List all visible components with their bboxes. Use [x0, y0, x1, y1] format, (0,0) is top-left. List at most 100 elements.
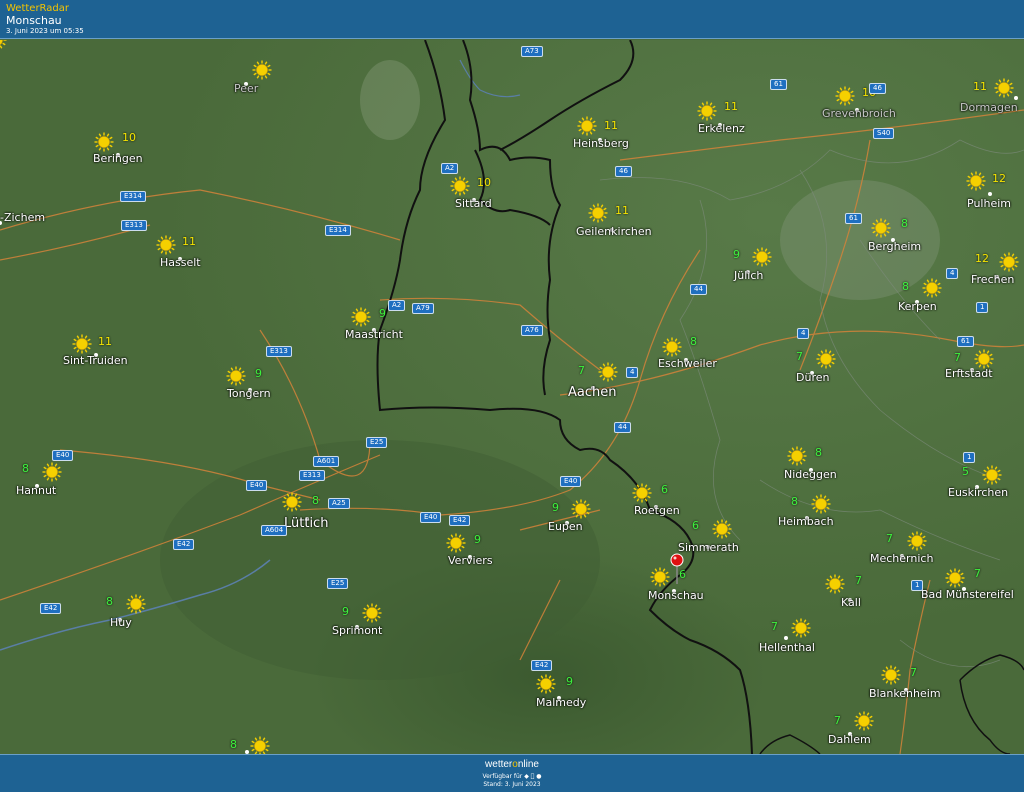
- city-temperature: 7: [796, 350, 803, 363]
- city-name[interactable]: Mechernich: [870, 552, 933, 565]
- city-name[interactable]: Beringen: [93, 152, 143, 165]
- city-name[interactable]: Maastricht: [345, 328, 403, 341]
- road-shield: A76: [521, 325, 543, 336]
- city-name[interactable]: Jülich: [734, 269, 763, 282]
- sun-icon: [94, 132, 114, 152]
- city-name[interactable]: Roetgen: [634, 504, 680, 517]
- sun-icon: [994, 78, 1014, 98]
- sun-icon: [42, 462, 62, 482]
- city-name[interactable]: Lüttich: [284, 516, 328, 531]
- brand-title[interactable]: WetterRadar: [6, 3, 69, 14]
- sun-icon: [536, 674, 556, 694]
- sun-icon: [811, 494, 831, 514]
- city-name[interactable]: Simmerath: [678, 541, 739, 554]
- city-name[interactable]: -Zichem: [0, 211, 45, 224]
- road-shield: 44: [690, 284, 707, 295]
- city-name[interactable]: Euskirchen: [948, 486, 1008, 499]
- city-temperature: 10: [122, 131, 136, 144]
- sun-icon: [966, 171, 986, 191]
- logo-text-3: nline: [517, 759, 539, 770]
- city-name[interactable]: Pulheim: [967, 197, 1011, 210]
- sun-icon: [662, 337, 682, 357]
- sun-icon: [922, 278, 942, 298]
- wetteronline-logo[interactable]: wetteronline: [0, 759, 1024, 770]
- city-name[interactable]: Frechen: [971, 273, 1014, 286]
- city-name[interactable]: Heimbach: [778, 515, 834, 528]
- city-name[interactable]: Düren: [796, 371, 829, 384]
- city-name[interactable]: Geilenkirchen: [576, 225, 652, 238]
- road-shield: E40: [246, 480, 268, 491]
- city-name[interactable]: Huy: [110, 616, 132, 629]
- road-shield: E40: [420, 512, 442, 523]
- sun-icon: [282, 492, 302, 512]
- city-name[interactable]: Kall: [841, 596, 861, 609]
- sun-icon: [351, 307, 371, 327]
- city-name[interactable]: Dormagen: [960, 101, 1018, 114]
- city-name[interactable]: Bergheim: [868, 240, 921, 253]
- sun-icon: [816, 349, 836, 369]
- city-name[interactable]: Heinsberg: [573, 137, 629, 150]
- sun-icon: [835, 86, 855, 106]
- city-name[interactable]: Dahlem: [828, 733, 871, 746]
- road-shield: 61: [957, 336, 974, 347]
- city-name[interactable]: Sprimont: [332, 624, 382, 637]
- city-name[interactable]: Eupen: [548, 520, 583, 533]
- city-temperature: 8: [815, 446, 822, 459]
- road-shield: E313: [299, 470, 325, 481]
- city-temperature: 7: [974, 567, 981, 580]
- road-shield: A2: [388, 300, 406, 311]
- city-name[interactable]: Kerpen: [898, 300, 937, 313]
- sun-icon: [632, 483, 652, 503]
- road-shield: 1: [963, 452, 976, 463]
- road-shield: E25: [366, 437, 388, 448]
- sun-icon: [126, 594, 146, 614]
- sun-icon: [945, 568, 965, 588]
- city-name[interactable]: Erftstadt: [945, 367, 993, 380]
- sun-icon: [571, 499, 591, 519]
- sun-icon: [450, 176, 470, 196]
- road-shield: A25: [328, 498, 350, 509]
- city-name[interactable]: Peer: [234, 82, 258, 95]
- city-name[interactable]: Aachen: [568, 385, 616, 400]
- app-header: WetterRadar Monschau 3. Juni 2023 um 05:…: [0, 0, 1024, 39]
- sun-icon: [974, 349, 994, 369]
- city-name[interactable]: Grevenbroich: [822, 107, 896, 120]
- city-temperature: 6: [692, 519, 699, 532]
- city-name[interactable]: Verviers: [448, 554, 493, 567]
- city-temperature: 9: [379, 307, 386, 320]
- city-name[interactable]: Tongern: [227, 387, 271, 400]
- availability-text: Verfügbar für ◆  ●: [0, 773, 1024, 780]
- road-shield: 46: [869, 83, 886, 94]
- city-name[interactable]: Monschau: [648, 589, 704, 602]
- city-temperature: 10: [477, 176, 491, 189]
- road-shield: 4: [946, 268, 959, 279]
- sun-icon: [907, 531, 927, 551]
- city-temperature: 8: [791, 495, 798, 508]
- sun-icon: [697, 101, 717, 121]
- city-temperature: 11: [98, 335, 112, 348]
- city-name[interactable]: Hellenthal: [759, 641, 815, 654]
- city-temperature: 7: [834, 714, 841, 727]
- city-temperature: 7: [771, 620, 778, 633]
- road-shield: 4: [797, 328, 810, 339]
- city-name[interactable]: Sint-Truiden: [63, 354, 128, 367]
- city-name[interactable]: Malmedy: [536, 696, 586, 709]
- road-shield: A604: [261, 525, 288, 536]
- sun-icon: [362, 603, 382, 623]
- city-name[interactable]: Hannut: [16, 484, 56, 497]
- weather-map[interactable]: Peer 10 Beringen -Zichem 11 Hasselt 11 Sint-Tru…: [0, 40, 1024, 754]
- city-name[interactable]: Blankenheim: [869, 687, 941, 700]
- city-name[interactable]: Eschweiler: [658, 357, 717, 370]
- road-shield: E313: [121, 220, 147, 231]
- sun-icon: [156, 235, 176, 255]
- city-name[interactable]: Erkelenz: [698, 122, 745, 135]
- city-name[interactable]: Nideggen: [784, 468, 837, 481]
- city-name[interactable]: Bad Münstereifel: [921, 588, 1014, 601]
- city-name[interactable]: Hasselt: [160, 256, 201, 269]
- sun-icon: [650, 567, 670, 587]
- road-shield: 61: [845, 213, 862, 224]
- sun-icon: [446, 533, 466, 553]
- city-temperature: 9: [255, 367, 262, 380]
- city-dot: [784, 636, 788, 640]
- city-name[interactable]: Sittard: [455, 197, 492, 210]
